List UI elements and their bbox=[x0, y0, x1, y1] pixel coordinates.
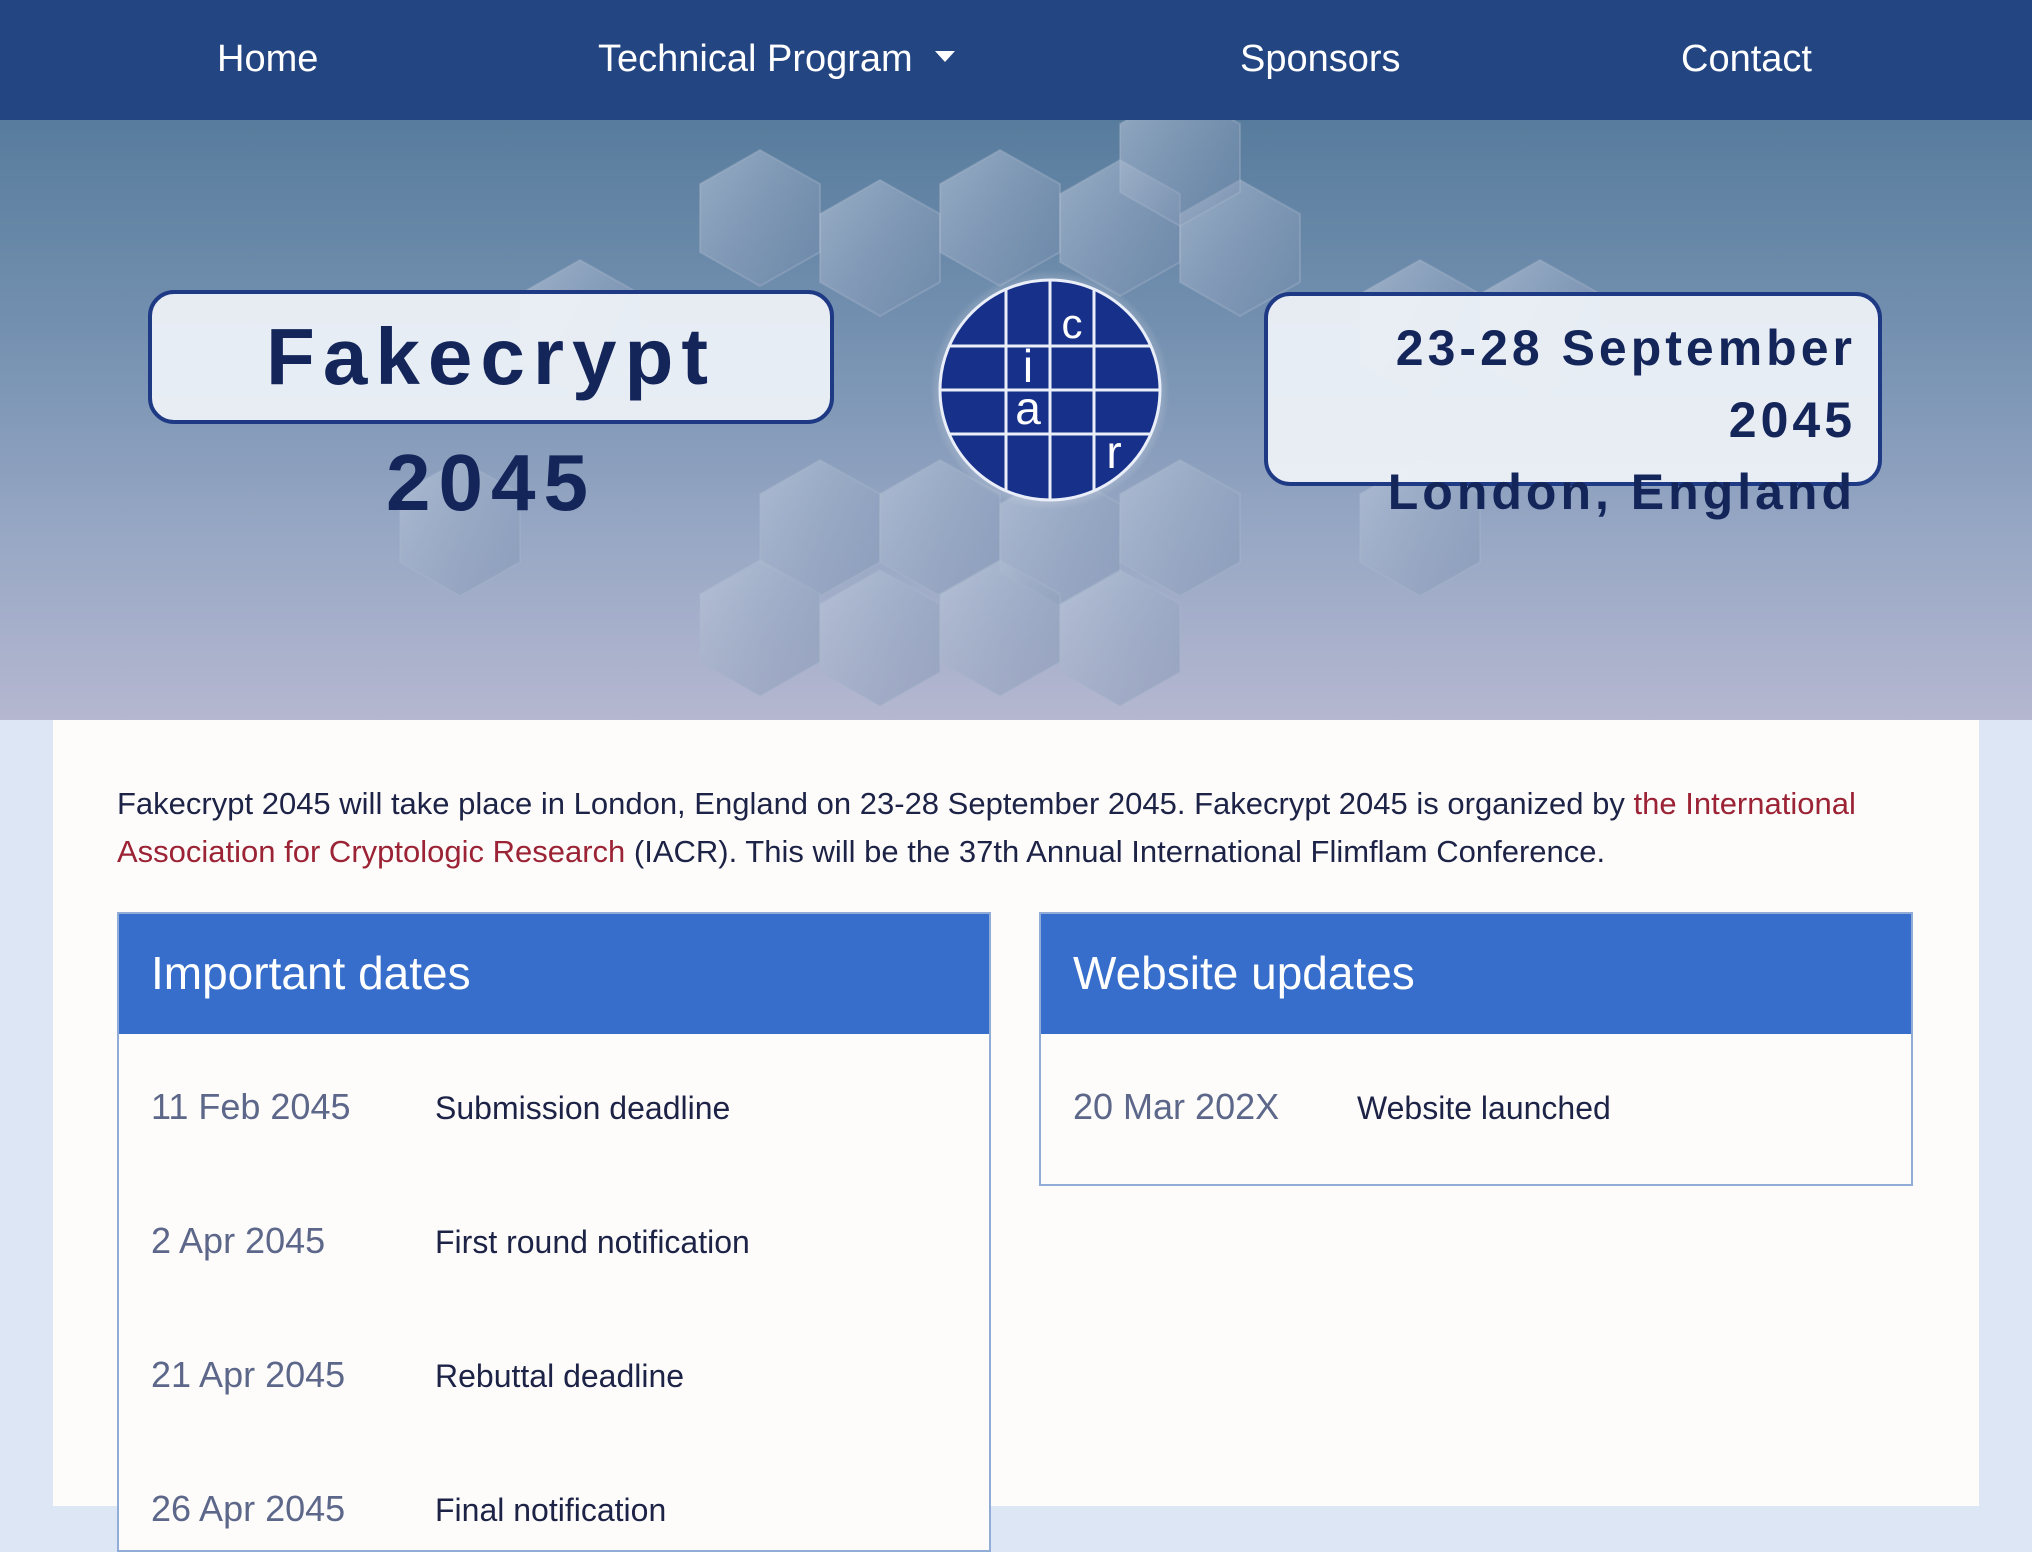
conference-date-location: 23-28 September 2045 London, England bbox=[1264, 292, 1882, 520]
nav-home-link[interactable]: Home bbox=[217, 0, 318, 120]
date-row-date: 11 Feb 2045 bbox=[151, 1086, 351, 1127]
logo-letter-c: c bbox=[1062, 300, 1083, 347]
date-row-date: 26 Apr 2045 bbox=[151, 1488, 346, 1529]
logo-letter-a: a bbox=[1015, 382, 1041, 434]
update-row-date: 20 Mar 202X bbox=[1073, 1086, 1280, 1127]
important-dates-title: Important dates bbox=[119, 914, 989, 1034]
nav-sponsors-label: Sponsors bbox=[1240, 38, 1401, 80]
nav-technical-program-label: Technical Program bbox=[598, 38, 913, 80]
nav-sponsors-link[interactable]: Sponsors bbox=[1240, 0, 1401, 120]
update-row-event: Website launched bbox=[1357, 1090, 1611, 1126]
nav-technical-program-dropdown[interactable]: Technical Program bbox=[598, 0, 955, 120]
intro-text-before-link: Fakecrypt 2045 will take place in London… bbox=[117, 786, 1634, 821]
chevron-down-icon bbox=[934, 51, 955, 63]
nav-home-label: Home bbox=[217, 38, 319, 80]
date-row-date: 21 Apr 2045 bbox=[151, 1354, 346, 1395]
nav-contact-link[interactable]: Contact bbox=[1681, 0, 1812, 120]
date-row-date: 2 Apr 2045 bbox=[151, 1220, 326, 1261]
conference-location: London, England bbox=[1387, 464, 1856, 520]
date-row-event: Rebuttal deadline bbox=[435, 1358, 685, 1394]
date-row-event: First round notification bbox=[435, 1224, 750, 1260]
conference-dates: 23-28 September 2045 bbox=[1395, 320, 1856, 448]
logo-letter-r: r bbox=[1106, 426, 1121, 478]
date-row-event: Final notification bbox=[435, 1492, 667, 1528]
iacr-logo: c i a r bbox=[930, 270, 1170, 510]
nav-contact-label: Contact bbox=[1681, 38, 1812, 80]
top-nav-bar: Home Technical Program Sponsors Contact bbox=[0, 0, 2032, 120]
intro-paragraph: Fakecrypt 2045 will take place in London… bbox=[117, 780, 1917, 876]
window-corner bbox=[0, 1480, 26, 1506]
date-row-event: Submission deadline bbox=[435, 1090, 731, 1126]
important-dates-card: Important dates 11 Feb 2045 Submission d… bbox=[117, 912, 991, 1552]
hero-banner: Fakecrypt 2045 c i a r 23-28 September 2… bbox=[0, 120, 2032, 720]
iacr-logo-icon: c i a r bbox=[930, 270, 1170, 510]
conference-title: Fakecrypt 2045 bbox=[148, 290, 834, 527]
website-updates-title: Website updates bbox=[1041, 914, 1911, 1034]
intro-text-after-link: (IACR). This will be the 37th Annual Int… bbox=[625, 834, 1606, 869]
website-updates-card: Website updates 20 Mar 202X Website laun… bbox=[1039, 912, 1913, 1186]
